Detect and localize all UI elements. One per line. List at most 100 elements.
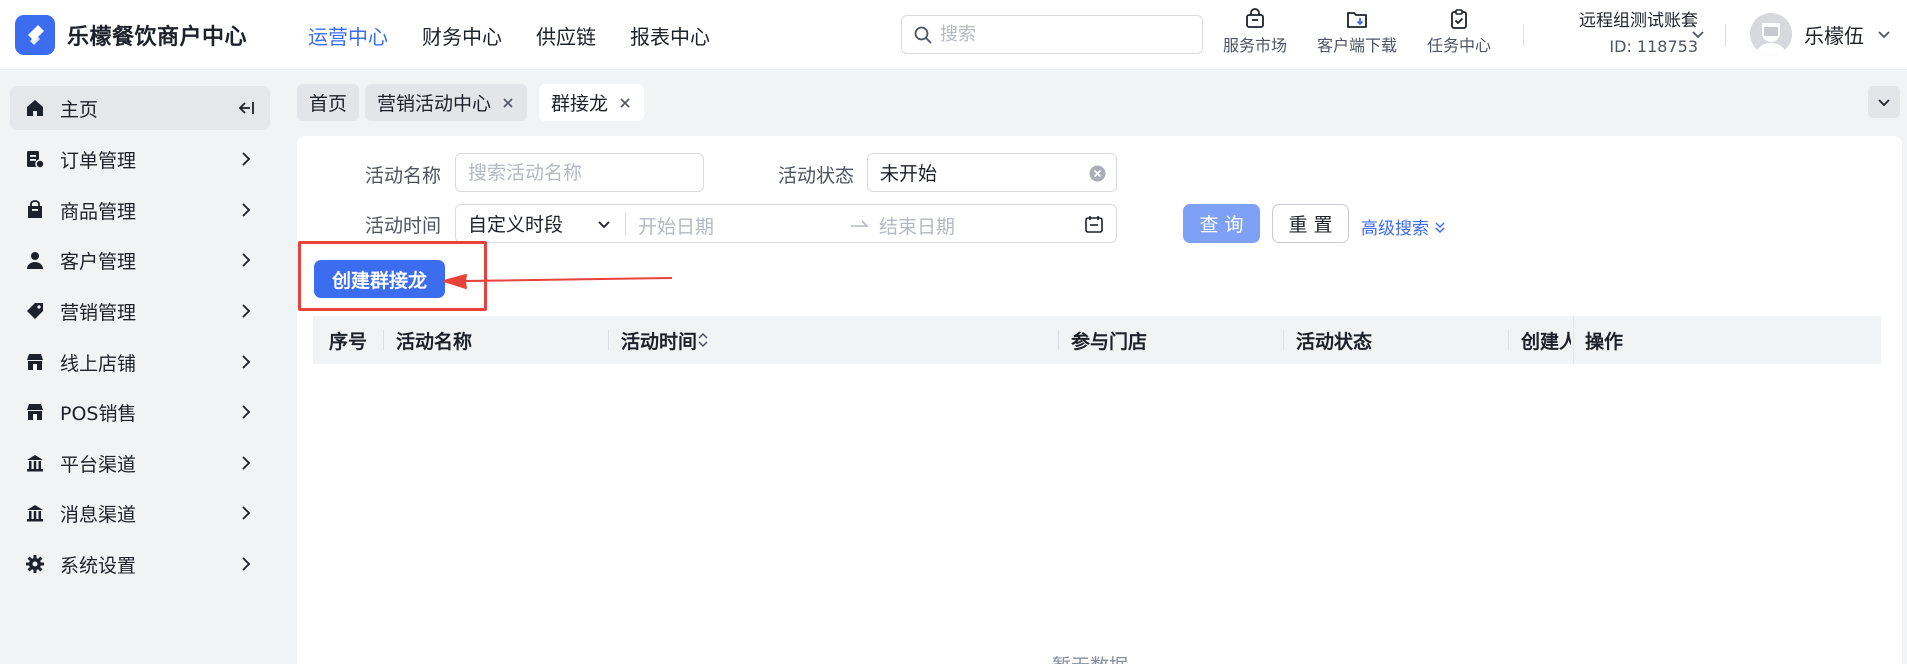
sidebar-item-label: 消息渠道 <box>60 503 137 526</box>
tool-service-market[interactable]: 服务市场 <box>1210 8 1300 56</box>
tool-label: 客户端下载 <box>1316 36 1397 55</box>
sidebar-item-label: 商品管理 <box>60 200 137 223</box>
divider <box>1523 24 1524 46</box>
tool-label: 服务市场 <box>1222 36 1287 55</box>
table-header: 序号 活动名称 活动时间 参与门店 活动状态 创建人 操作 <box>313 316 1881 364</box>
sidebar-item-online-store[interactable]: 线上店铺 <box>10 340 270 384</box>
chevron-down-icon[interactable] <box>1690 26 1706 42</box>
column-divider <box>1508 330 1509 350</box>
column-header-label: 活动时间 <box>621 330 698 353</box>
activity-name-label: 活动名称 <box>365 165 442 187</box>
account-name: 远程组测试账套 <box>1579 11 1698 31</box>
search-input[interactable] <box>940 24 1180 45</box>
chevron-down-icon[interactable] <box>596 216 612 232</box>
activity-status-select[interactable]: 未开始 <box>867 153 1117 192</box>
sidebar-item-message-channels[interactable]: 消息渠道 <box>10 491 270 535</box>
top-nav-operations[interactable]: 运营中心 <box>308 21 388 50</box>
brand-name: 乐檬餐饮商户中心 <box>67 25 248 50</box>
tool-client-download[interactable]: 客户端下载 <box>1312 8 1402 56</box>
top-nav-supply-chain[interactable]: 供应链 <box>536 21 596 50</box>
activity-name-field[interactable] <box>455 153 704 192</box>
sidebar-item-label: 系统设置 <box>60 554 137 577</box>
folder-download-icon <box>1347 12 1367 28</box>
order-icon <box>24 148 46 170</box>
top-nav-finance[interactable]: 财务中心 <box>422 21 502 50</box>
tab-label: 群接龙 <box>551 93 609 115</box>
column-divider <box>383 330 384 350</box>
column-header-activity-time[interactable]: 活动时间 <box>621 316 709 364</box>
shop-bag-icon <box>1246 8 1264 28</box>
tool-label: 任务中心 <box>1426 36 1491 55</box>
calendar-icon[interactable] <box>1084 214 1104 234</box>
activity-name-input[interactable] <box>468 161 703 184</box>
brand-logo-icon <box>15 15 55 55</box>
sidebar-item-pos-sales[interactable]: POS销售 <box>10 390 270 434</box>
gear-icon <box>24 553 46 575</box>
sidebar-item-products[interactable]: 商品管理 <box>10 188 270 232</box>
sidebar-item-customers[interactable]: 客户管理 <box>10 238 270 282</box>
sidebar-item-label: 营销管理 <box>60 301 137 324</box>
store-icon <box>24 351 46 373</box>
time-mode-select[interactable]: 自定义时段 <box>468 210 563 237</box>
chevron-right-icon <box>242 152 251 166</box>
column-header-index: 序号 <box>329 330 368 353</box>
column-header-actions: 操作 <box>1585 330 1624 353</box>
column-divider <box>608 330 609 350</box>
sidebar-item-label: 订单管理 <box>60 149 137 172</box>
user-avatar-icon <box>1750 13 1792 55</box>
top-nav-reports[interactable]: 报表中心 <box>630 21 710 50</box>
sort-icon[interactable] <box>697 331 709 349</box>
sidebar-item-orders[interactable]: 订单管理 <box>10 137 270 181</box>
annotation-arrow-icon <box>443 274 673 289</box>
clipboard-check-icon <box>1451 9 1467 29</box>
close-icon[interactable] <box>618 96 632 110</box>
column-header-creator: 创建人 <box>1521 330 1571 353</box>
account-switcher[interactable]: 远程组测试账套 ID: 118753 <box>1548 6 1698 56</box>
platform-icon <box>24 452 46 474</box>
tab-marketing-center[interactable]: 营销活动中心 <box>365 84 528 121</box>
tabs-menu-button[interactable] <box>1868 86 1900 118</box>
sidebar-item-home[interactable]: 主页 <box>10 86 270 130</box>
start-date-input[interactable]: 开始日期 <box>638 212 714 239</box>
chevron-right-icon <box>242 557 251 571</box>
sidebar-item-marketing[interactable]: 营销管理 <box>10 289 270 333</box>
reset-button[interactable]: 重 置 <box>1272 204 1349 243</box>
account-id: ID: 118753 <box>1609 37 1698 56</box>
query-button[interactable]: 查 询 <box>1183 204 1260 243</box>
user-menu[interactable]: 乐檬伍 <box>1750 13 1892 55</box>
chevron-right-icon <box>242 506 251 520</box>
top-bar: 乐檬餐饮商户中心 运营中心 财务中心 供应链 报表中心 服务市场 客户端下载 <box>0 0 1907 70</box>
double-chevron-down-icon <box>1435 222 1445 234</box>
divider <box>625 213 626 235</box>
close-icon[interactable] <box>501 96 515 110</box>
advanced-search-link[interactable]: 高级搜索 <box>1361 214 1446 239</box>
collapse-icon[interactable] <box>236 98 256 118</box>
chevron-right-icon <box>242 405 251 419</box>
tag-icon <box>24 300 46 322</box>
chevron-down-icon <box>1878 31 1890 39</box>
user-name: 乐檬伍 <box>1804 23 1864 48</box>
chevron-right-icon <box>242 253 251 267</box>
global-search[interactable] <box>901 15 1203 54</box>
sidebar-item-label: 平台渠道 <box>60 453 137 476</box>
tab-group-relay[interactable]: 群接龙 <box>539 84 645 121</box>
column-header-activity-name: 活动名称 <box>396 330 473 353</box>
end-date-input[interactable]: 结束日期 <box>879 212 955 239</box>
tab-home[interactable]: 首页 <box>297 84 360 121</box>
activity-time-label: 活动时间 <box>365 215 442 237</box>
sidebar-item-system-settings[interactable]: 系统设置 <box>10 542 270 586</box>
clear-icon[interactable] <box>1089 165 1106 182</box>
chevron-right-icon <box>242 304 251 318</box>
activity-time-range: 自定义时段 开始日期 结束日期 <box>455 204 1117 243</box>
divider <box>1725 24 1726 46</box>
activity-status-label: 活动状态 <box>778 165 855 187</box>
tool-task-center[interactable]: 任务中心 <box>1414 8 1504 56</box>
search-icon <box>914 26 932 43</box>
column-header-stores: 参与门店 <box>1071 330 1148 353</box>
activity-status-value: 未开始 <box>880 163 938 185</box>
avatar <box>1750 13 1792 55</box>
brand-logo[interactable]: 乐檬餐饮商户中心 <box>15 15 247 55</box>
sidebar-item-platform-channels[interactable]: 平台渠道 <box>10 441 270 485</box>
chevron-right-icon <box>242 355 251 369</box>
sidebar: 主页 订单管理 商品管理 客户管理 营销管理 线上店铺 POS销售 平台渠道 消… <box>0 70 281 664</box>
